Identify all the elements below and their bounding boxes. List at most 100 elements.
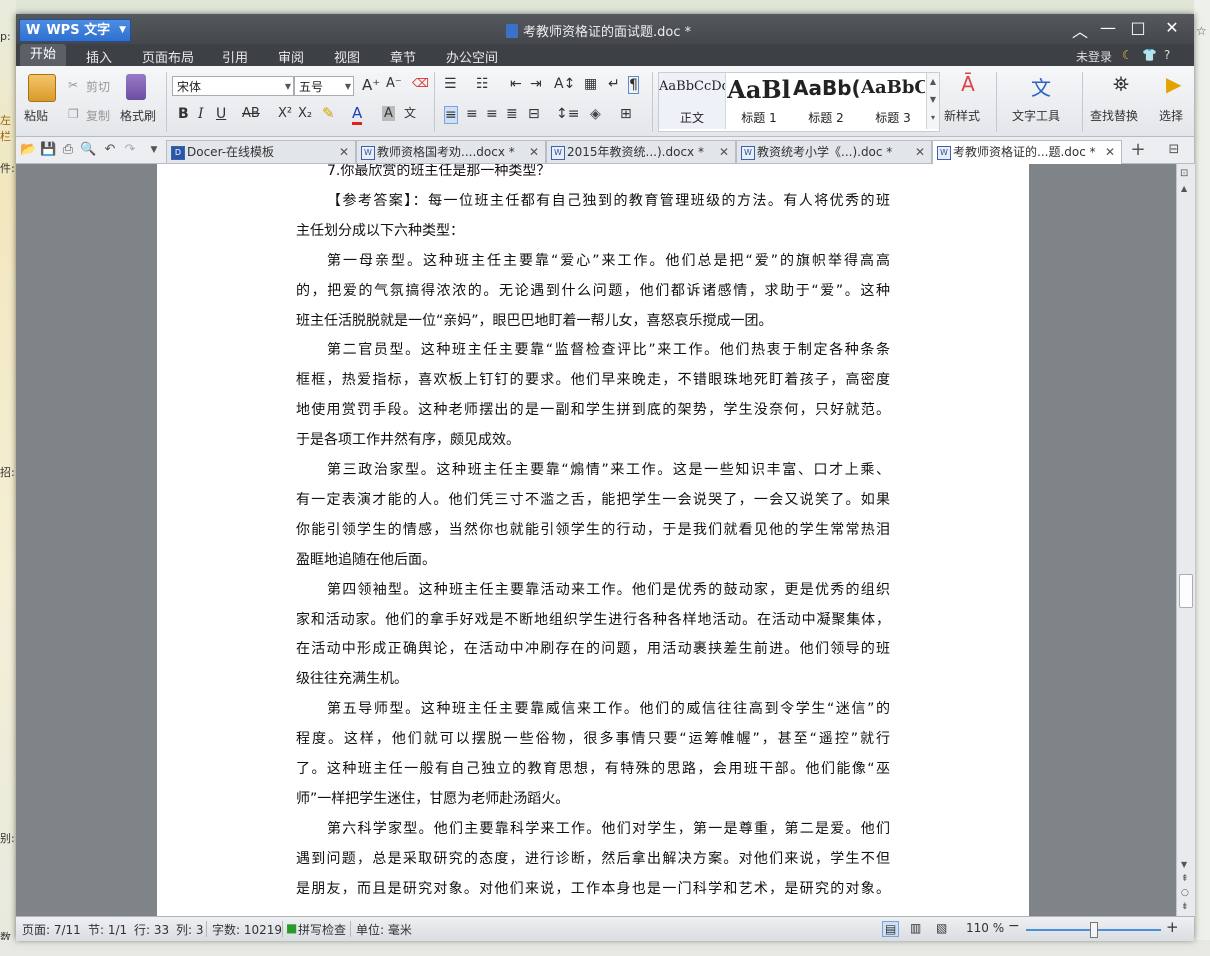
select-icon[interactable]: ▶ (1166, 72, 1184, 98)
prev-page-icon[interactable]: ⇞ (1181, 874, 1189, 884)
paste-button[interactable]: 粘贴 (24, 107, 48, 124)
italic-icon[interactable]: I (198, 106, 204, 122)
tab-chapter[interactable]: 章节 (390, 47, 416, 66)
open-icon[interactable]: 📂 (20, 142, 36, 158)
tab-review[interactable]: 审阅 (278, 47, 304, 66)
shading-icon[interactable]: ◈ (590, 106, 601, 122)
print-preview-icon[interactable]: 🔍 (80, 142, 96, 158)
font-color-icon[interactable]: A (352, 104, 363, 125)
vertical-scrollbar[interactable]: ⊡ ▲ ▼ ⇞ ○ ⇟ (1176, 164, 1195, 916)
format-painter-button[interactable]: 格式刷 (120, 107, 156, 124)
tab-document[interactable]: W 2015年教资统...).docx * ✕ (546, 140, 736, 163)
binoculars-icon[interactable]: ⛯ (1108, 72, 1134, 98)
zoom-out-icon[interactable]: − (1008, 918, 1020, 934)
tab-document[interactable]: W 教师资格国考劝....docx * ✕ (356, 140, 546, 163)
close-tab-icon[interactable]: ✕ (339, 141, 349, 163)
distribute-icon[interactable]: ⊟ (528, 106, 540, 122)
style-heading-2[interactable]: AaBb( 标题 2 (793, 73, 859, 129)
highlight-icon[interactable]: ✎ (322, 104, 335, 122)
tab-references[interactable]: 引用 (222, 47, 248, 66)
scroll-up-icon[interactable]: ▲ (1181, 184, 1187, 193)
login-link[interactable]: 未登录 (1076, 48, 1112, 65)
spellcheck-button[interactable]: 拼写检查 (298, 921, 346, 938)
tab-menu-icon[interactable]: ⊟ (1166, 142, 1182, 158)
page-view-icon[interactable]: ▤ (882, 921, 900, 937)
style-heading-3[interactable]: AaBbC 标题 3 (861, 73, 925, 129)
font-name-select[interactable]: 宋体 ▼ (172, 76, 294, 96)
undo-icon[interactable]: ↶ (102, 142, 118, 158)
borders-icon[interactable]: ⊞ (620, 106, 632, 122)
text-tools-icon[interactable]: 文 (1028, 72, 1054, 100)
paste-icon[interactable] (28, 74, 56, 102)
align-center-icon[interactable]: ≡ (466, 106, 478, 122)
close-icon[interactable]: ✕ (1160, 18, 1184, 37)
maximize-icon[interactable]: □ (1126, 18, 1150, 37)
bold-icon[interactable]: B (178, 106, 189, 122)
scroll-thumb[interactable] (1179, 574, 1193, 608)
tab-office-space[interactable]: 办公空间 (446, 47, 498, 66)
scissors-icon[interactable]: ✂ (68, 78, 78, 92)
underline-icon[interactable]: U (216, 106, 226, 122)
styles-scroll[interactable]: ▲ ▼ ▾ (926, 73, 939, 129)
char-shading-icon[interactable]: A (382, 106, 395, 121)
status-word-count[interactable]: 字数: 10219 (212, 921, 282, 938)
select-browse-icon[interactable]: ○ (1181, 888, 1189, 898)
format-painter-icon[interactable] (126, 74, 146, 100)
bullet-list-icon[interactable]: ☰ (444, 76, 457, 92)
web-view-icon[interactable]: ▧ (936, 921, 947, 935)
line-spacing-icon[interactable]: ↕≡ (556, 106, 579, 122)
redo-icon[interactable]: ↷ (122, 142, 138, 158)
tab-home[interactable]: 开始 (20, 44, 67, 66)
customize-qa-icon[interactable]: ▼ (146, 142, 162, 158)
style-heading-1[interactable]: AaBl 标题 1 (727, 73, 791, 129)
tab-document[interactable]: W 教资统考小学《...).doc * ✕ (736, 140, 932, 163)
close-tab-icon[interactable]: ✕ (915, 141, 925, 163)
zoom-in-icon[interactable]: + (1166, 918, 1179, 936)
table-icon[interactable]: ▦ (584, 76, 597, 92)
find-replace-button[interactable]: 查找替换 (1090, 107, 1138, 124)
tab-view[interactable]: 视图 (334, 47, 360, 66)
copy-button[interactable]: 复制 (86, 107, 110, 124)
ruler-toggle-icon[interactable]: ⊡ (1180, 168, 1188, 179)
align-left-icon[interactable]: ≡ (444, 106, 458, 124)
strikethrough-icon[interactable]: AB (242, 106, 260, 121)
shirt-icon[interactable]: 👕 (1142, 48, 1157, 62)
phonetic-guide-icon[interactable]: 文 (404, 104, 416, 121)
zoom-level[interactable]: 110 % (966, 921, 1004, 935)
close-tab-icon[interactable]: ✕ (719, 141, 729, 163)
superscript-icon[interactable]: X² (278, 106, 292, 121)
close-tab-icon[interactable]: ✕ (529, 141, 539, 163)
status-page[interactable]: 页面: 7/11 (22, 921, 81, 938)
paragraph-mark-icon[interactable]: ↵ (608, 76, 620, 92)
new-tab-icon[interactable]: + (1130, 141, 1146, 159)
next-page-icon[interactable]: ⇟ (1181, 902, 1189, 912)
close-tab-icon[interactable]: ✕ (1105, 141, 1115, 163)
tab-insert[interactable]: 插入 (86, 47, 112, 66)
cut-button[interactable]: 剪切 (86, 78, 110, 95)
show-marks-icon[interactable]: ¶ (628, 76, 639, 94)
new-style-icon[interactable]: Ā (956, 72, 980, 98)
new-style-button[interactable]: 新样式 (944, 107, 980, 124)
clear-format-icon[interactable]: ⌫ (412, 76, 429, 90)
text-direction-icon[interactable]: A↕ (554, 76, 575, 92)
select-button[interactable]: 选择 (1159, 107, 1183, 124)
outline-view-icon[interactable]: ▥ (910, 921, 921, 935)
tab-page-layout[interactable]: 页面布局 (142, 47, 194, 66)
skin-icon[interactable]: ☾ (1122, 48, 1133, 62)
zoom-slider-thumb[interactable] (1090, 922, 1098, 938)
help-button[interactable]: ? (1164, 48, 1170, 62)
print-icon[interactable]: ⎙ (60, 142, 76, 158)
save-icon[interactable]: 💾 (40, 142, 56, 158)
scroll-down-icon[interactable]: ▼ (1181, 860, 1187, 869)
minimize-icon[interactable]: — (1096, 18, 1120, 37)
tab-docer[interactable]: D Docer-在线模板 ✕ (166, 140, 356, 163)
tab-document-active[interactable]: W 考教师资格证的...题.doc * ✕ (932, 140, 1122, 164)
decrease-indent-icon[interactable]: ⇤ (510, 76, 522, 92)
justify-icon[interactable]: ≣ (506, 106, 518, 122)
style-normal[interactable]: AaBbCcDd 正文 (659, 73, 726, 129)
text-tools-button[interactable]: 文字工具 (1012, 107, 1060, 124)
grow-font-icon[interactable]: A⁺ (362, 76, 380, 94)
document-page[interactable]: 7.你最欣赏的班主任是那一种类型？ 【参考答案】：每一位班主任都有自己独到的教育管… (157, 164, 1029, 916)
copy-icon[interactable]: ❐ (68, 107, 79, 121)
status-unit[interactable]: 单位: 毫米 (356, 921, 412, 938)
